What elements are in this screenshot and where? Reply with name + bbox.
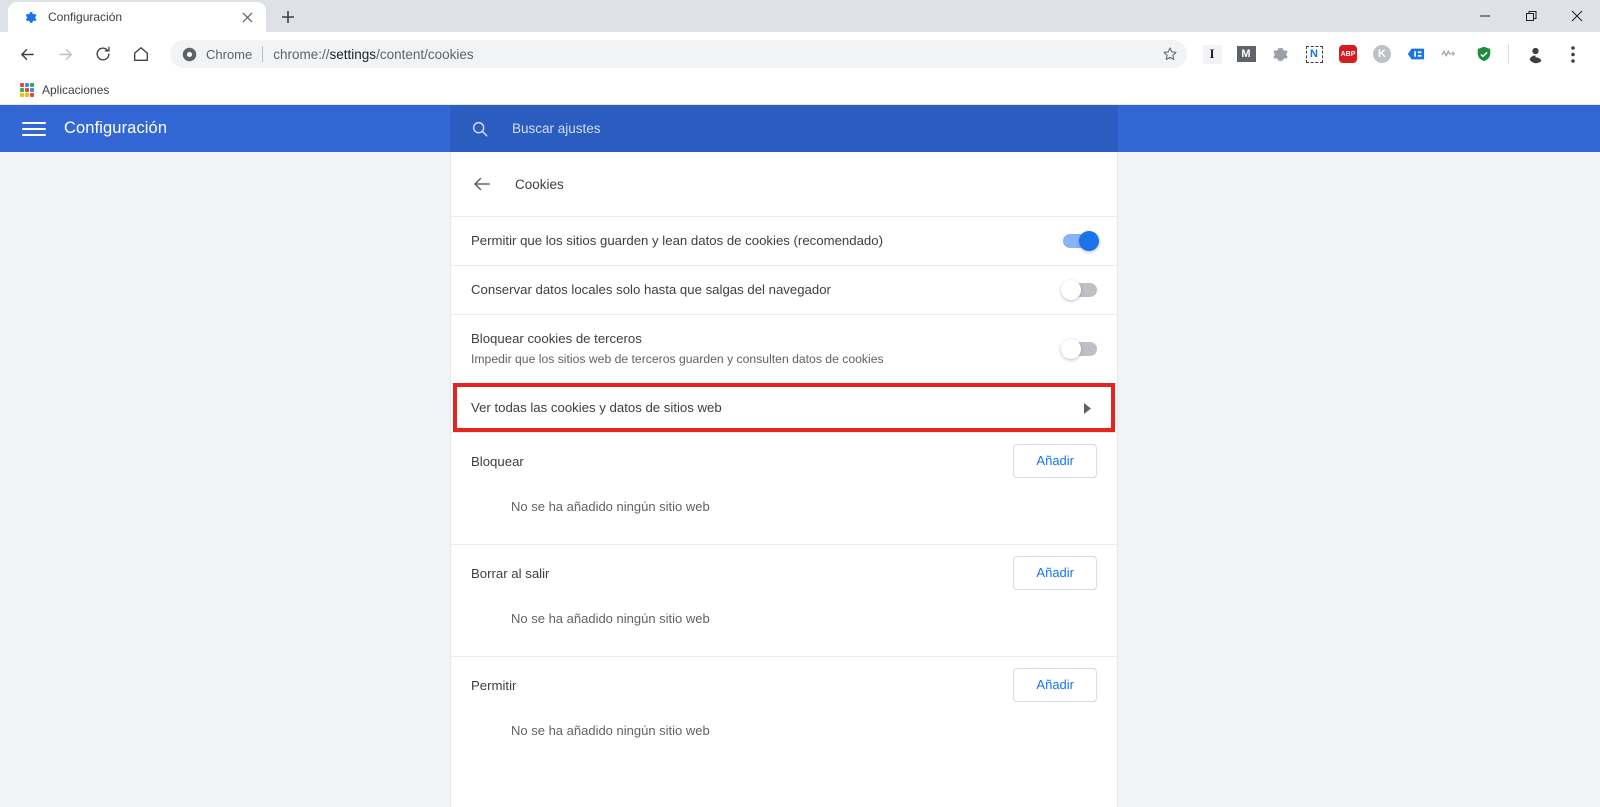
- allow-section: Permitir Añadir No se ha añadido ningún …: [451, 656, 1117, 768]
- row-subtitle: Impedir que los sitios web de terceros g…: [471, 352, 884, 366]
- address-bar[interactable]: Chrome chrome://settings/content/cookies: [170, 40, 1187, 68]
- row-title: Conservar datos locales solo hasta que s…: [471, 282, 831, 297]
- empty-state-clear-on-exit: No se ha añadido ningún sitio web: [511, 611, 710, 626]
- page-title: Configuración: [64, 119, 168, 137]
- url-domain: settings: [329, 46, 377, 62]
- settings-gear-icon: [22, 9, 38, 25]
- subpage-title: Cookies: [515, 176, 564, 192]
- green-shield-extension-icon[interactable]: [1470, 40, 1498, 68]
- toggle-block-third-party[interactable]: [1061, 339, 1097, 359]
- settings-page: Configuración Buscar ajustes Cookies Per…: [0, 105, 1600, 807]
- section-title: Bloquear: [471, 453, 524, 469]
- setting-row-see-all-cookies[interactable]: Ver todas las cookies y datos de sitios …: [451, 383, 1117, 432]
- toggle-allow-cookies[interactable]: [1063, 231, 1099, 251]
- setting-row-allow-cookies[interactable]: Permitir que los sitios guarden y lean d…: [451, 216, 1117, 265]
- empty-state-allow: No se ha añadido ningún sitio web: [511, 723, 710, 738]
- bookmark-apps-shortcut[interactable]: Aplicaciones: [12, 79, 117, 101]
- search-icon: [470, 119, 490, 139]
- profile-avatar-icon[interactable]: [1520, 39, 1550, 69]
- chrome-logo-icon: [180, 45, 198, 63]
- back-arrow-icon[interactable]: [12, 39, 42, 69]
- blue-tag-extension-icon[interactable]: [1402, 40, 1430, 68]
- section-title: Permitir: [471, 677, 517, 693]
- row-text: Ver todas las cookies y datos de sitios …: [471, 384, 1077, 432]
- row-title: Bloquear cookies de terceros: [471, 331, 642, 346]
- setting-row-block-third-party[interactable]: Bloquear cookies de terceros Impedir que…: [451, 314, 1117, 383]
- toggle-knob: [1061, 280, 1081, 300]
- reload-icon[interactable]: [88, 39, 118, 69]
- window-controls: [1462, 0, 1600, 32]
- add-button-block[interactable]: Añadir: [1013, 444, 1097, 478]
- gear-extension-icon[interactable]: [1266, 40, 1294, 68]
- url-text: chrome://settings/content/cookies: [273, 47, 1157, 62]
- row-text: Bloquear cookies de terceros Impedir que…: [471, 315, 1043, 383]
- browser-toolbar: Chrome chrome://settings/content/cookies…: [0, 32, 1600, 76]
- new-tab-button[interactable]: [274, 3, 302, 31]
- close-icon[interactable]: [1554, 0, 1600, 32]
- hamburger-menu-icon[interactable]: [22, 117, 46, 141]
- toggle-knob: [1061, 339, 1081, 359]
- search-placeholder: Buscar ajustes: [512, 121, 601, 136]
- row-title: Permitir que los sitios guarden y lean d…: [471, 233, 883, 248]
- home-icon[interactable]: [126, 39, 156, 69]
- toggle-keep-local-data[interactable]: [1061, 280, 1097, 300]
- kaspersky-extension-icon[interactable]: K: [1368, 40, 1396, 68]
- cookies-subpage-header: Cookies: [451, 152, 1117, 216]
- section-header: Borrar al salir Añadir: [471, 545, 1097, 601]
- instapaper-extension-icon[interactable]: I: [1198, 40, 1226, 68]
- section-header: Bloquear Añadir: [471, 433, 1097, 489]
- back-arrow-icon[interactable]: [471, 173, 493, 195]
- row-text: Conservar datos locales solo hasta que s…: [471, 266, 1043, 314]
- security-chip-label: Chrome: [206, 46, 253, 62]
- maximize-icon[interactable]: [1508, 0, 1554, 32]
- browser-tab-configuracion[interactable]: Configuración: [8, 2, 266, 32]
- mailtrack-extension-icon[interactable]: M: [1232, 40, 1260, 68]
- add-button-allow[interactable]: Añadir: [1013, 668, 1097, 702]
- minimize-icon[interactable]: [1462, 0, 1508, 32]
- row-title: Ver todas las cookies y datos de sitios …: [471, 400, 722, 415]
- setting-row-keep-local-data[interactable]: Conservar datos locales solo hasta que s…: [451, 265, 1117, 314]
- settings-body: Cookies Permitir que los sitios guarden …: [0, 152, 1600, 807]
- empty-state-block: No se ha añadido ningún sitio web: [511, 499, 710, 514]
- section-title: Borrar al salir: [471, 565, 550, 581]
- section-header: Permitir Añadir: [471, 657, 1097, 713]
- bookmark-star-icon[interactable]: [1157, 41, 1183, 67]
- extension-tray: I M N ABP K: [1195, 40, 1501, 68]
- tab-close-icon[interactable]: [238, 8, 256, 26]
- settings-card: Cookies Permitir que los sitios guarden …: [450, 152, 1118, 807]
- forward-arrow-icon[interactable]: [50, 39, 80, 69]
- block-section: Bloquear Añadir No se ha añadido ningún …: [451, 432, 1117, 544]
- omnibox-separator: [262, 46, 264, 62]
- nimbus-extension-icon[interactable]: N: [1300, 40, 1328, 68]
- add-button-clear-on-exit[interactable]: Añadir: [1013, 556, 1097, 590]
- chevron-right-icon: [1077, 402, 1097, 414]
- apps-grid-icon: [20, 83, 34, 97]
- highlighted-region: Ver todas las cookies y datos de sitios …: [451, 383, 1117, 432]
- toggle-knob: [1079, 231, 1099, 251]
- wave-extension-icon[interactable]: [1436, 40, 1464, 68]
- url-path: /content/cookies: [376, 46, 474, 62]
- bookmark-label: Aplicaciones: [42, 83, 110, 97]
- tab-strip: Configuración: [0, 0, 1600, 32]
- url-prefix: chrome://: [273, 46, 330, 62]
- clear-on-exit-section: Borrar al salir Añadir No se ha añadido …: [451, 544, 1117, 656]
- bookmark-bar: Aplicaciones: [0, 76, 1600, 105]
- settings-header: Configuración Buscar ajustes: [0, 105, 1600, 152]
- search-input[interactable]: Buscar ajustes: [450, 105, 1118, 152]
- row-text: Permitir que los sitios guarden y lean d…: [471, 217, 1043, 265]
- three-dot-menu-icon[interactable]: [1558, 39, 1588, 69]
- toolbar-divider: [1508, 44, 1509, 64]
- adblock-plus-extension-icon[interactable]: ABP: [1334, 40, 1362, 68]
- tab-title: Configuración: [48, 10, 123, 24]
